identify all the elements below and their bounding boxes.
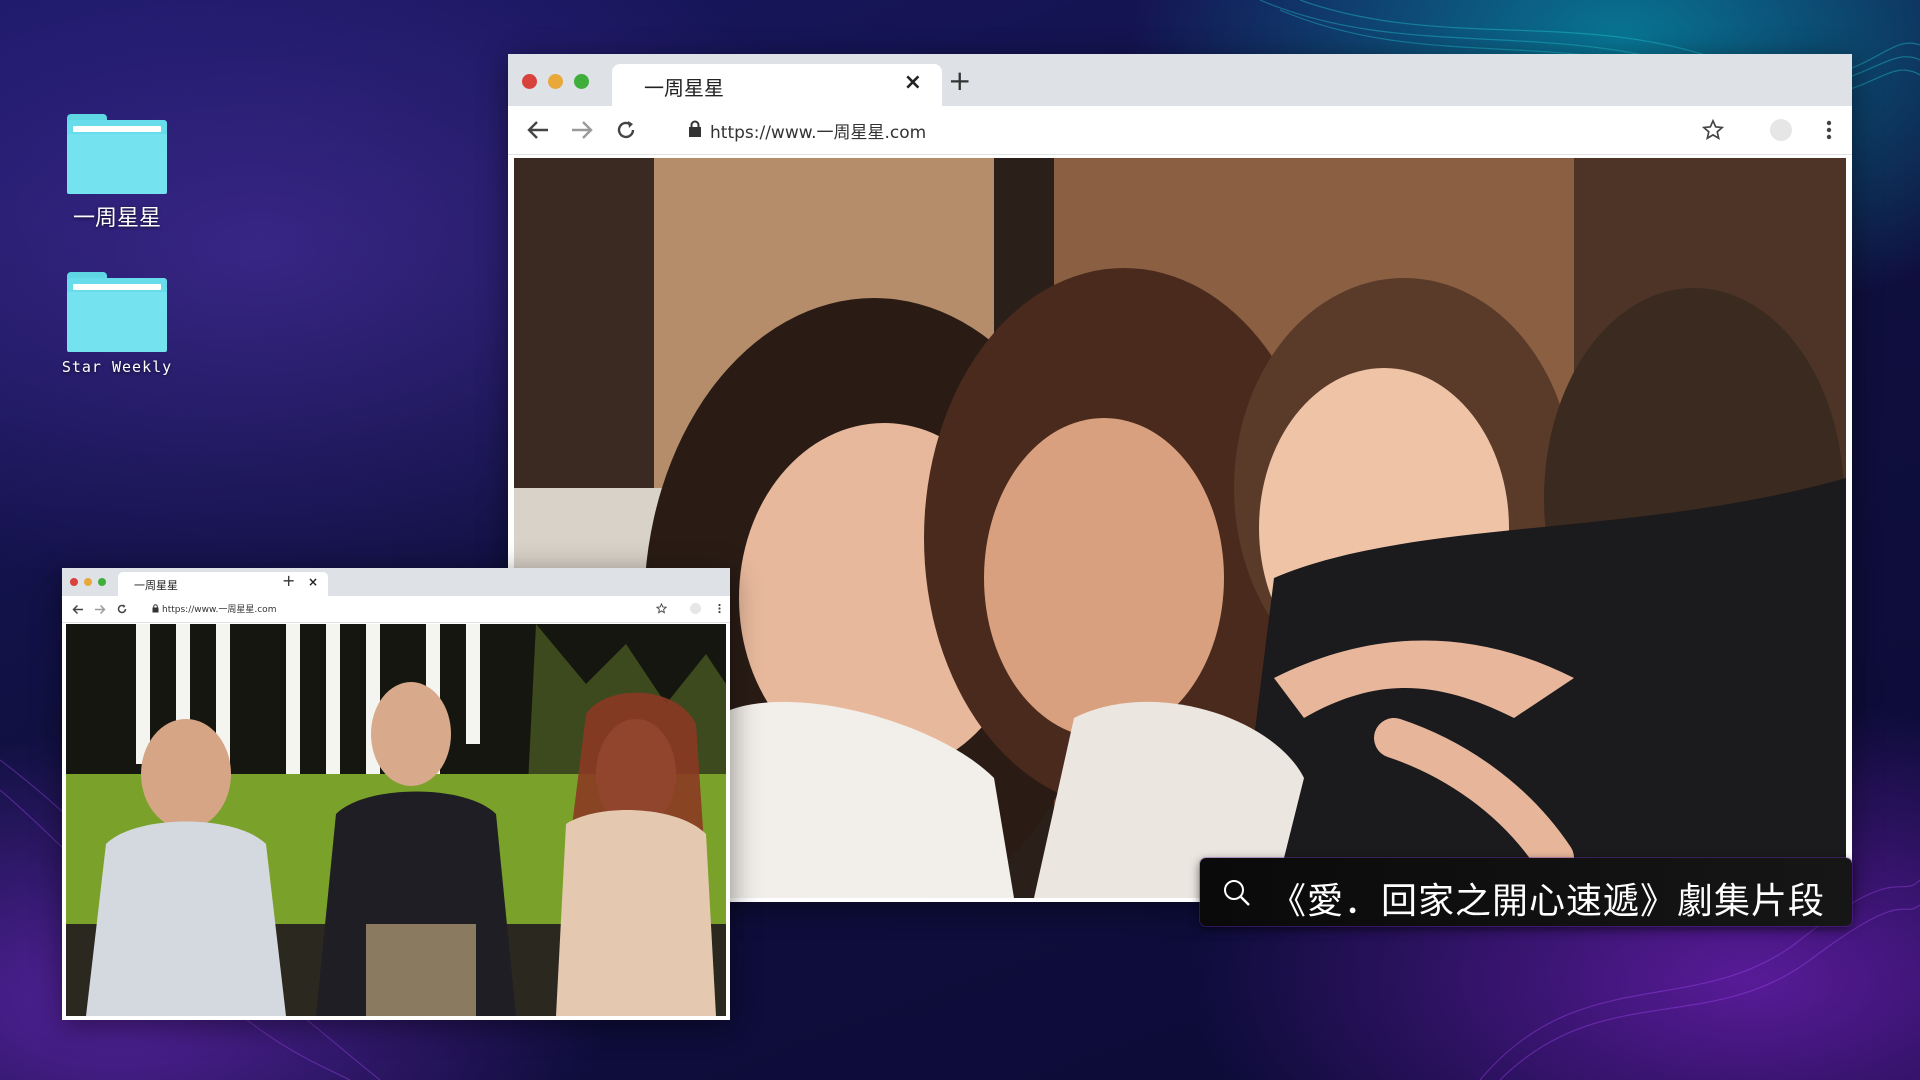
- bookmark-star-icon[interactable]: [656, 603, 667, 614]
- new-tab-button[interactable]: +: [948, 64, 971, 97]
- desktop-folder-yizhou[interactable]: 一周星星: [47, 114, 187, 232]
- kebab-menu-icon[interactable]: [1826, 120, 1832, 140]
- lock-icon: [689, 120, 701, 137]
- maximize-window-button[interactable]: [98, 578, 106, 586]
- mini-browser-titlebar: 一周星星 × +: [62, 568, 730, 596]
- tab-title: 一周星星: [644, 76, 724, 100]
- maximize-window-button[interactable]: [574, 74, 589, 89]
- desktop-folder-label: Star Weekly: [61, 358, 173, 376]
- mini-new-tab-button[interactable]: +: [282, 571, 295, 590]
- browser-titlebar: 一周星星 × +: [508, 54, 1852, 106]
- bookmark-star-icon[interactable]: [1702, 119, 1724, 141]
- folder-icon: [67, 272, 167, 352]
- minimize-window-button[interactable]: [548, 74, 563, 89]
- search-icon: [1224, 880, 1250, 906]
- folder-icon: [67, 114, 167, 194]
- mini-browser-window: 一周星星 × + https://www.一周星星.com: [62, 568, 730, 1020]
- tab-close-icon[interactable]: ×: [904, 70, 922, 95]
- profile-avatar-icon[interactable]: [690, 603, 701, 614]
- mini-address-bar-url[interactable]: https://www.一周星星.com: [162, 602, 276, 615]
- lock-icon: [152, 604, 159, 613]
- mini-browser-toolbar: https://www.一周星星.com: [62, 596, 730, 623]
- browser-toolbar: https://www.一周星星.com: [508, 106, 1852, 155]
- forward-arrow-icon[interactable]: [570, 119, 594, 141]
- mini-browser-tab[interactable]: 一周星星 ×: [118, 572, 328, 596]
- desktop-folder-label: 一周星星: [72, 206, 161, 231]
- back-arrow-icon[interactable]: [72, 604, 84, 615]
- reload-icon[interactable]: [614, 118, 638, 142]
- mini-tab-close-icon[interactable]: ×: [308, 575, 318, 589]
- kebab-menu-icon[interactable]: [718, 603, 721, 614]
- reload-icon[interactable]: [116, 603, 128, 615]
- profile-avatar-icon[interactable]: [1770, 119, 1792, 141]
- desktop-folder-star-weekly[interactable]: Star Weekly: [47, 272, 187, 376]
- mini-tab-title: 一周星星: [134, 579, 178, 592]
- back-arrow-icon[interactable]: [526, 119, 550, 141]
- studio-interview-image: [66, 624, 726, 1016]
- video-frame-studio-interview[interactable]: [66, 624, 726, 1016]
- close-window-button[interactable]: [70, 578, 78, 586]
- browser-tab[interactable]: 一周星星 ×: [612, 64, 942, 106]
- address-bar-url[interactable]: https://www.一周星星.com: [710, 118, 926, 143]
- close-window-button[interactable]: [522, 74, 537, 89]
- forward-arrow-icon[interactable]: [94, 604, 106, 615]
- caption-search-bar: 《愛．回家之開心速遞》劇集片段: [1200, 858, 1852, 926]
- caption-search-text: 《愛．回家之開心速遞》劇集片段: [1270, 881, 1826, 922]
- minimize-window-button[interactable]: [84, 578, 92, 586]
